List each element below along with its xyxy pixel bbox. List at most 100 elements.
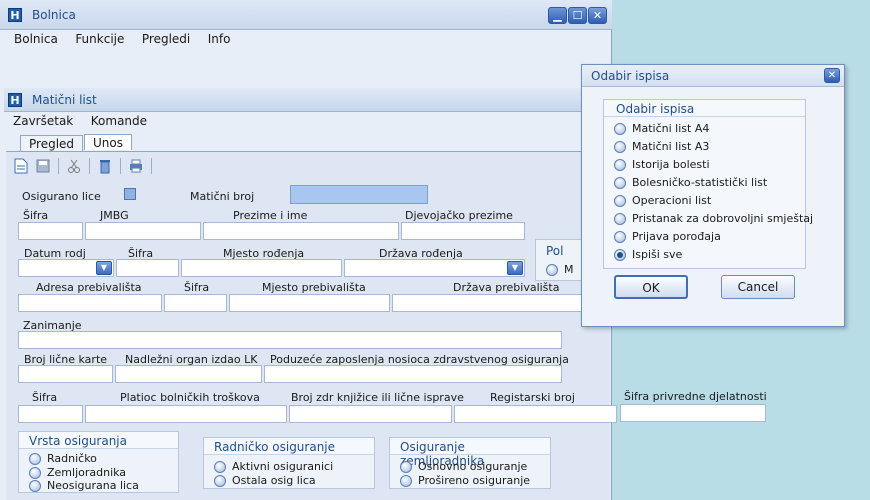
toolbar-separator — [120, 158, 121, 174]
poduzece-field[interactable] — [264, 365, 562, 383]
jmbg-label: JMBG — [100, 209, 129, 222]
toolbar-separator — [58, 158, 59, 174]
registarski-broj-field[interactable] — [454, 405, 617, 423]
zanimanje-field[interactable] — [18, 331, 562, 349]
sifra-label: Šifra — [23, 209, 49, 222]
menu-zavrsetak[interactable]: Završetak — [13, 114, 73, 128]
sifra-privredne-field[interactable] — [620, 404, 766, 422]
zemljo-option-prosireno[interactable]: Prošireno osiguranje — [400, 474, 530, 487]
chevron-down-icon[interactable]: ▼ — [507, 261, 523, 275]
mjesto-prebivalista-field[interactable] — [229, 294, 390, 312]
odabir-ispisa-dialog: Odabir ispisa ✕ Odabir ispisa Matični li… — [581, 64, 845, 327]
djevojacko-prezime-label: Djevojačko prezime — [405, 209, 513, 222]
drzava-prebivalista-field[interactable] — [392, 294, 582, 312]
vrsta-option-radnicko[interactable]: Radničko — [29, 452, 97, 465]
dialog-option[interactable]: Bolesničko-statistički list — [614, 176, 767, 189]
tab-unos[interactable]: Unos — [84, 134, 132, 150]
radio-icon[interactable] — [614, 194, 626, 207]
form-panel: Osigurano lice Matični broj Šifra JMBG P… — [6, 151, 617, 500]
chevron-down-icon[interactable]: ▼ — [96, 261, 112, 275]
platioc-field[interactable] — [85, 405, 287, 423]
datum-rodj-combo[interactable]: ▼ — [18, 259, 114, 277]
toolbar-separator — [89, 158, 90, 174]
sifra-privredne-label: Šifra privredne djelatnosti — [624, 390, 767, 403]
ok-button[interactable]: OK — [614, 275, 688, 299]
radio-icon[interactable] — [214, 474, 226, 487]
registarski-broj-label: Registarski broj — [490, 391, 575, 404]
broj-zdr-knjizice-label: Broj zdr knjižice ili lične isprave — [291, 391, 464, 404]
dialog-close-button[interactable]: ✕ — [824, 68, 840, 83]
sifra-platioca-field[interactable] — [18, 405, 83, 423]
dialog-option[interactable]: Matični list A3 — [614, 140, 709, 153]
nadlezni-organ-field[interactable] — [115, 365, 262, 383]
zemljo-option-osnovno[interactable]: Osnovno osiguranje — [400, 460, 527, 473]
tab-pregled[interactable]: Pregled — [20, 135, 84, 151]
radnicko-option-aktivni[interactable]: Aktivni osiguranici — [214, 460, 333, 473]
dialog-option[interactable]: Ispiši sve — [614, 248, 682, 261]
radio-icon[interactable] — [29, 479, 41, 492]
prezime-ime-field[interactable] — [203, 222, 399, 240]
radio-icon[interactable] — [29, 452, 41, 465]
new-document-icon[interactable] — [14, 158, 28, 174]
child-app-icon: H — [8, 93, 22, 107]
dialog-option[interactable]: Prijava porođaja — [614, 230, 721, 243]
djevojacko-prezime-field[interactable] — [401, 222, 525, 240]
broj-zdr-knjizice-field[interactable] — [289, 405, 452, 423]
cancel-button[interactable]: Cancel — [721, 275, 795, 299]
sifra-field[interactable] — [18, 222, 83, 240]
radio-icon[interactable] — [614, 248, 626, 261]
dialog-option[interactable]: Matični list A4 — [614, 122, 709, 135]
adresa-prebivalista-label: Adresa prebivališta — [36, 281, 142, 294]
menu-funkcije[interactable]: Funkcije — [75, 32, 124, 46]
mjesto-rodjenja-field[interactable] — [181, 259, 342, 277]
dialog-option[interactable]: Operacioni list — [614, 194, 711, 207]
main-window: H Bolnica ▁ ☐ ✕ Bolnica Funkcije Pregled… — [0, 0, 617, 500]
menu-komande[interactable]: Komande — [91, 114, 147, 128]
radio-icon[interactable] — [214, 460, 226, 473]
sifra-prebivalista-label: Šifra — [184, 281, 210, 294]
radio-icon[interactable] — [546, 263, 558, 276]
dialog-option-label: Operacioni list — [632, 194, 712, 207]
menu-bolnica[interactable]: Bolnica — [14, 32, 58, 46]
maticni-broj-field[interactable] — [290, 185, 428, 204]
radnicko-option-label: Ostala osig lica — [232, 474, 316, 487]
print-icon[interactable] — [129, 158, 143, 174]
cut-icon[interactable] — [67, 158, 81, 174]
jmbg-field[interactable] — [85, 222, 201, 240]
save-icon[interactable] — [36, 158, 50, 174]
radio-icon[interactable] — [614, 158, 626, 171]
radio-icon[interactable] — [614, 212, 626, 225]
prezime-ime-label: Prezime i ime — [233, 209, 308, 222]
radnicko-option-ostala[interactable]: Ostala osig lica — [214, 474, 316, 487]
radio-icon[interactable] — [400, 460, 412, 473]
broj-licne-karte-field[interactable] — [18, 365, 113, 383]
sifra-rodj-field[interactable] — [116, 259, 179, 277]
vrsta-option-neosigurana[interactable]: Neosigurana lica — [29, 479, 139, 492]
drzava-rodjenja-combo[interactable]: ▼ — [344, 259, 525, 277]
maximize-button[interactable]: ☐ — [568, 7, 587, 24]
sifra-prebivalista-field[interactable] — [164, 294, 227, 312]
dialog-option[interactable]: Pristanak za dobrovoljni smještaj — [614, 212, 813, 225]
radio-icon[interactable] — [400, 474, 412, 487]
pol-option-m[interactable]: M — [546, 263, 574, 276]
delete-icon[interactable] — [98, 158, 112, 174]
adresa-prebivalista-field[interactable] — [18, 294, 162, 312]
menu-pregledi[interactable]: Pregledi — [142, 32, 190, 46]
radio-icon[interactable] — [614, 230, 626, 243]
close-button[interactable]: ✕ — [588, 7, 607, 24]
vrsta-osiguranja-group: Vrsta osiguranja Radničko Zemljoradnika … — [18, 431, 179, 493]
mjesto-prebivalista-label: Mjesto prebivališta — [262, 281, 366, 294]
dialog-option[interactable]: Istorija bolesti — [614, 158, 710, 171]
vrsta-option-zemljoradnika[interactable]: Zemljoradnika — [29, 466, 126, 479]
radio-icon[interactable] — [29, 466, 41, 479]
menu-info[interactable]: Info — [208, 32, 231, 46]
zemljo-option-label: Osnovno osiguranje — [418, 460, 528, 473]
minimize-button[interactable]: ▁ — [548, 7, 567, 24]
radio-icon[interactable] — [614, 140, 626, 153]
radio-icon[interactable] — [614, 176, 626, 189]
spacer — [604, 391, 610, 403]
toolbar-separator — [151, 158, 152, 174]
radio-icon[interactable] — [614, 122, 626, 135]
osigurano-lice-checkbox[interactable] — [124, 188, 136, 200]
radnicko-option-label: Aktivni osiguranici — [232, 460, 334, 473]
